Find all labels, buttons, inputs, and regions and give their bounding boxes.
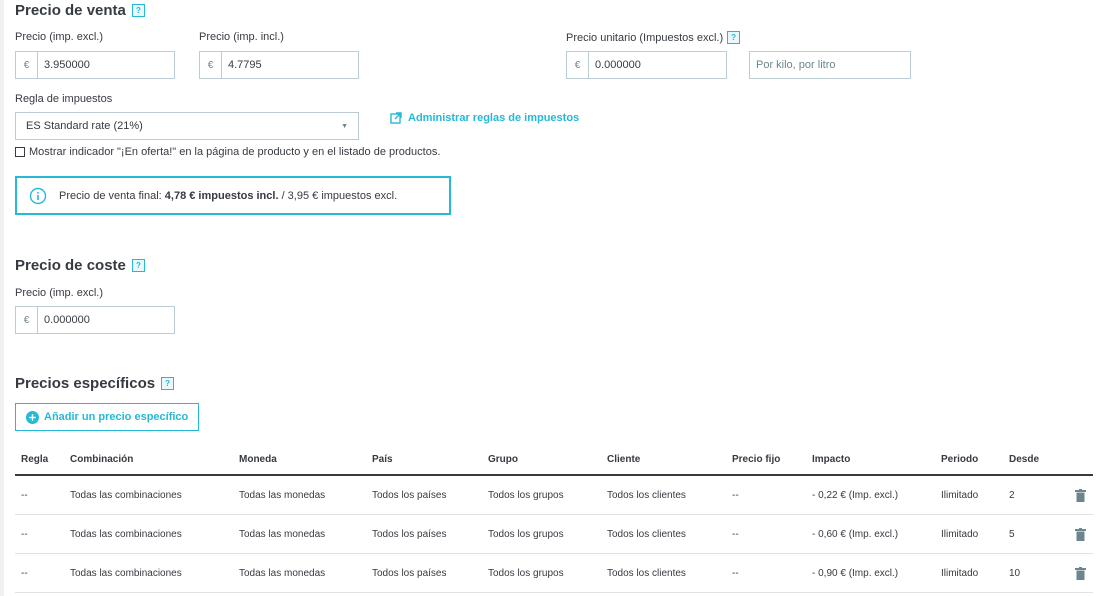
cell-combination: Todas las combinaciones [70, 567, 182, 579]
cost-price-value[interactable]: 0.000000 [38, 307, 174, 333]
price-incl-value[interactable]: 4.7795 [222, 52, 358, 78]
cell-country: Todos los países [372, 567, 447, 579]
currency-addon: € [200, 52, 222, 78]
external-link-icon [390, 112, 402, 124]
unit-price-input[interactable]: € 0.000000 [566, 51, 727, 79]
cell-country: Todos los países [372, 489, 447, 501]
price-excl-label: Precio (imp. excl.) [15, 31, 104, 43]
cell-country: Todos los países [372, 528, 447, 540]
cell-from: 5 [1009, 528, 1015, 540]
plus-circle-icon [26, 410, 39, 424]
col-header: País [372, 453, 393, 465]
final-price-text: Precio de venta final: 4,78 € impuestos … [59, 189, 398, 202]
cost-price-label: Precio (imp. excl.) [15, 287, 104, 299]
delete-row-button[interactable] [1061, 566, 1093, 580]
price-excl-value[interactable]: 3.950000 [38, 52, 174, 78]
col-header: Grupo [488, 453, 518, 465]
col-header: Moneda [239, 453, 277, 465]
cell-customer: Todos los clientes [607, 567, 686, 579]
currency-addon: € [16, 52, 38, 78]
specific-prices-title: Precios específicos ? [15, 375, 175, 392]
add-specific-price-button[interactable]: Añadir un precio específico [15, 403, 200, 431]
trash-icon [1074, 488, 1086, 502]
cell-period: Ilimitado [941, 489, 979, 501]
sale-price-title: Precio de venta ? [15, 2, 145, 19]
table-row: -- Todas las combinaciones Todas las mon… [15, 515, 1093, 554]
on-sale-label: Mostrar indicador "¡En oferta!" en la pá… [29, 146, 441, 158]
cell-impact: - 0,60 € (Imp. excl.) [812, 528, 899, 540]
info-circle-icon [29, 187, 47, 204]
cell-currency: Todas las monedas [239, 567, 326, 579]
price-excl-input[interactable]: € 3.950000 [15, 51, 175, 79]
col-header: Precio fijo [732, 453, 781, 465]
cell-fixed-price: -- [732, 567, 739, 579]
col-header: Periodo [941, 453, 979, 465]
left-edge-strip [0, 0, 4, 596]
cost-price-title: Precio de coste ? [15, 257, 145, 274]
cell-customer: Todos los clientes [607, 528, 686, 540]
cell-rule: -- [21, 528, 28, 540]
caret-down-icon: ▼ [341, 122, 348, 130]
manage-tax-rules-link[interactable]: Administrar reglas de impuestos [390, 112, 579, 124]
cell-from: 2 [1009, 489, 1015, 501]
on-sale-checkbox-row[interactable]: Mostrar indicador "¡En oferta!" en la pá… [15, 146, 440, 158]
question-badge-icon[interactable]: ? [131, 259, 145, 272]
cell-fixed-price: -- [732, 528, 739, 540]
on-sale-checkbox[interactable] [15, 147, 25, 157]
table-header: Regla Combinación Moneda País Grupo Clie… [15, 444, 1093, 476]
col-header: Regla [21, 453, 49, 465]
cell-from: 10 [1009, 567, 1021, 579]
tax-rule-value: ES Standard rate (21%) [26, 120, 143, 132]
unit-type-input[interactable]: Por kilo, por litro [749, 51, 911, 79]
currency-addon: € [567, 52, 589, 78]
trash-icon [1074, 566, 1086, 580]
price-incl-input[interactable]: € 4.7795 [199, 51, 359, 79]
cell-currency: Todas las monedas [239, 528, 326, 540]
specific-prices-table: Regla Combinación Moneda País Grupo Clie… [15, 444, 1093, 593]
cell-group: Todos los grupos [488, 489, 564, 501]
cell-rule: -- [21, 567, 28, 579]
cell-combination: Todas las combinaciones [70, 489, 182, 501]
trash-icon [1074, 527, 1086, 541]
cell-impact: - 0,90 € (Imp. excl.) [812, 567, 899, 579]
unit-price-value[interactable]: 0.000000 [589, 52, 726, 78]
cell-period: Ilimitado [941, 528, 979, 540]
col-header: Desde [1009, 453, 1040, 465]
currency-addon: € [16, 307, 38, 333]
cell-combination: Todas las combinaciones [70, 528, 182, 540]
cell-group: Todos los grupos [488, 528, 564, 540]
delete-row-button[interactable] [1061, 488, 1093, 502]
col-header: Combinación [70, 453, 134, 465]
col-header: Cliente [607, 453, 641, 465]
cell-period: Ilimitado [941, 567, 979, 579]
cost-price-input[interactable]: € 0.000000 [15, 306, 175, 334]
question-badge-icon[interactable]: ? [161, 377, 175, 390]
table-row: -- Todas las combinaciones Todas las mon… [15, 476, 1093, 515]
table-row: -- Todas las combinaciones Todas las mon… [15, 554, 1093, 593]
col-header: Impacto [812, 453, 851, 465]
cell-group: Todos los grupos [488, 567, 564, 579]
price-incl-label: Precio (imp. incl.) [199, 31, 284, 43]
unit-price-label: Precio unitario (Impuestos excl.) ? [566, 31, 741, 44]
cell-customer: Todos los clientes [607, 489, 686, 501]
cell-fixed-price: -- [732, 489, 739, 501]
question-badge-icon[interactable]: ? [131, 4, 145, 17]
cell-rule: -- [21, 489, 28, 501]
question-badge-icon[interactable]: ? [727, 31, 741, 44]
tax-rule-label: Regla de impuestos [15, 93, 113, 105]
final-price-info: Precio de venta final: 4,78 € impuestos … [15, 176, 451, 215]
delete-row-button[interactable] [1061, 527, 1093, 541]
tax-rule-select[interactable]: ES Standard rate (21%) ▼ [15, 112, 359, 140]
cell-currency: Todas las monedas [239, 489, 326, 501]
cell-impact: - 0,22 € (Imp. excl.) [812, 489, 899, 501]
